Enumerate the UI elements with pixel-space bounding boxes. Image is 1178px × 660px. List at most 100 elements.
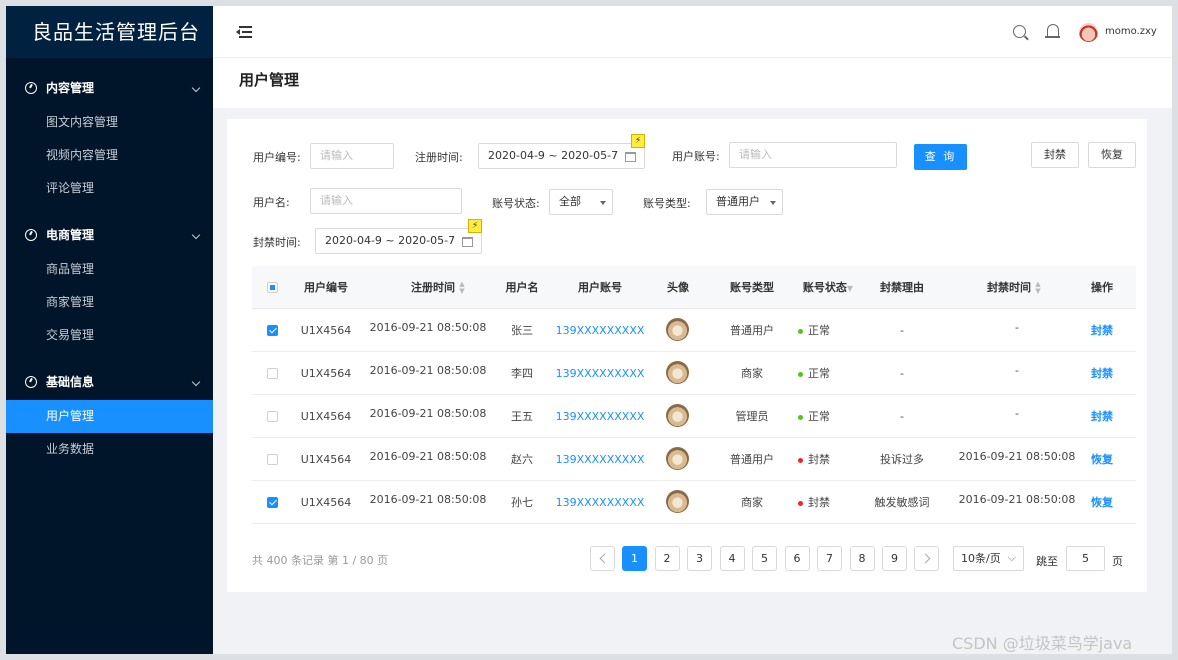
col-type: 账号类型 [730,281,774,294]
cell-ban-time: - [1015,364,1019,377]
lightning-icon: ⚡ [631,134,645,148]
page-button-6[interactable]: 6 [784,546,810,571]
col-account: 用户账号 [578,281,622,294]
restore-button[interactable]: 恢复 [1088,142,1136,168]
cell-reg-time: 2016-09-21 08:50:08 [369,364,487,377]
cell-username: 孙七 [511,496,533,509]
sidebar-item-article[interactable]: 图文内容管理 [6,106,213,139]
sidebar-item-merchant[interactable]: 商家管理 [6,286,213,319]
sidebar-item-business-data[interactable]: 业务数据 [6,433,213,466]
cell-ban-time: 2016-09-21 08:50:08 [958,493,1076,506]
page-button-1[interactable]: 1 [622,546,647,571]
ban-time-range[interactable]: 2020-04-9 ~ 2020-05-7 ⚡ [315,219,482,254]
status-dot [798,371,803,377]
cell-ban-reason: - [900,324,904,337]
page-button-5[interactable]: 5 [752,546,777,571]
search-icon[interactable] [1013,25,1026,38]
row-action-link[interactable]: 恢复 [1082,481,1122,524]
cell-account-link[interactable]: 139XXXXXXXXX [552,395,648,438]
col-ban-time[interactable]: 封禁时间 ▲ ▼ [964,266,1064,309]
sidebar-item-trade[interactable]: 交易管理 [6,319,213,352]
cell-account-link[interactable]: 139XXXXXXXXX [552,309,648,352]
username-input[interactable]: 请输入 [310,188,462,214]
row-action-link[interactable]: 恢复 [1082,438,1122,481]
username[interactable]: momo.zxy [1105,26,1157,37]
col-username: 用户名 [505,281,539,294]
page-button-7[interactable]: 7 [817,546,842,571]
sidebar-item-video[interactable]: 视频内容管理 [6,139,213,172]
next-page-button[interactable] [914,546,939,571]
sidebar-item-comment[interactable]: 评论管理 [6,172,213,205]
status-select[interactable]: 全部 [549,189,613,215]
jump-input[interactable]: 5 [1066,546,1105,571]
page-button-9[interactable]: 9 [882,546,907,571]
dashboard-icon [25,229,37,241]
col-status[interactable]: 账号状态▼ [793,266,863,310]
cell-user-id: U1X4564 [300,367,352,380]
row-checkbox[interactable] [267,497,278,508]
col-ban-reason: 封禁理由 [880,281,924,294]
cell-ban-time: 2016-09-21 08:50:08 [958,450,1076,463]
chevron-down-icon [191,230,201,240]
watermark: CSDN @垃圾菜鸟学java [952,634,1133,653]
sidebar-item-users[interactable]: 用户管理 [6,400,213,433]
sidebar-group-basic[interactable]: 基础信息 [6,364,213,400]
cell-ban-reason: 触发敏感词 [874,496,930,509]
cell-username: 张三 [511,324,533,337]
cell-reg-time: 2016-09-21 08:50:08 [369,321,487,334]
main-card: 用户编号: 请输入 注册时间: 2020-04-9 ~ 2020-05-7 ⚡ … [227,119,1147,592]
menu-fold-icon[interactable] [236,26,252,38]
chevron-down-icon [191,377,201,387]
cell-username: 王五 [511,410,533,423]
sidebar-group-content[interactable]: 内容管理 [6,70,213,106]
sidebar-item-product[interactable]: 商品管理 [6,253,213,286]
page-button-2[interactable]: 2 [654,546,680,571]
cell-user-id: U1X4564 [300,496,352,509]
table-row: U1X4564 2016-09-21 08:50:08 赵六 139XXXXXX… [252,438,1136,481]
row-action-link[interactable]: 封禁 [1082,352,1122,395]
page-size-select[interactable]: 10条/页 ⌵ [953,546,1024,571]
cell-ban-reason: - [900,410,904,423]
status-label: 账号状态: [492,197,540,210]
query-button[interactable]: 查 询 [914,144,967,170]
page-button-3[interactable]: 3 [687,546,712,571]
cell-status: 正常 [798,395,848,438]
cell-type: 管理员 [735,410,769,423]
cell-user-id: U1X4564 [300,453,352,466]
caret-down-icon [600,201,606,205]
filter-icon: ▼ [846,284,854,293]
select-all-checkbox[interactable] [267,282,278,293]
row-checkbox[interactable] [267,454,278,465]
col-reg-time[interactable]: 注册时间 ▲ ▼ [388,266,488,309]
cell-type: 商家 [741,496,763,509]
cell-account-link[interactable]: 139XXXXXXXXX [552,438,648,481]
cell-account-link[interactable]: 139XXXXXXXXX [552,481,648,524]
prev-page-button[interactable] [590,546,615,571]
jump-label: 跳至 [1036,555,1058,568]
chevron-down-icon [191,83,201,93]
cell-reg-time: 2016-09-21 08:50:08 [369,450,487,463]
ban-button[interactable]: 封禁 [1031,142,1079,168]
cell-status: 正常 [798,309,848,352]
bell-icon[interactable] [1045,24,1060,38]
sidebar-group-ecommerce[interactable]: 电商管理 [6,217,213,253]
avatar [666,404,689,427]
cell-account-link[interactable]: 139XXXXXXXXX [552,352,648,395]
page-button-4[interactable]: 4 [719,546,745,571]
status-dot [798,457,803,463]
row-action-link[interactable]: 封禁 [1082,395,1122,438]
table-row: U1X4564 2016-09-21 08:50:08 李四 139XXXXXX… [252,352,1136,395]
cell-user-id: U1X4564 [300,324,352,337]
cell-ban-time: - [1015,321,1019,334]
page-button-8[interactable]: 8 [849,546,875,571]
avatar[interactable] [1079,23,1098,42]
row-checkbox[interactable] [267,411,278,422]
row-checkbox[interactable] [267,368,278,379]
user-id-label: 用户编号: [253,151,301,164]
row-checkbox[interactable] [267,325,278,336]
user-id-input[interactable]: 请输入 [310,143,394,169]
account-input[interactable]: 请输入 [729,142,897,168]
reg-time-range[interactable]: 2020-04-9 ~ 2020-05-7 ⚡ [478,134,645,169]
row-action-link[interactable]: 封禁 [1082,309,1122,352]
type-select[interactable]: 普通用户 [706,189,783,215]
